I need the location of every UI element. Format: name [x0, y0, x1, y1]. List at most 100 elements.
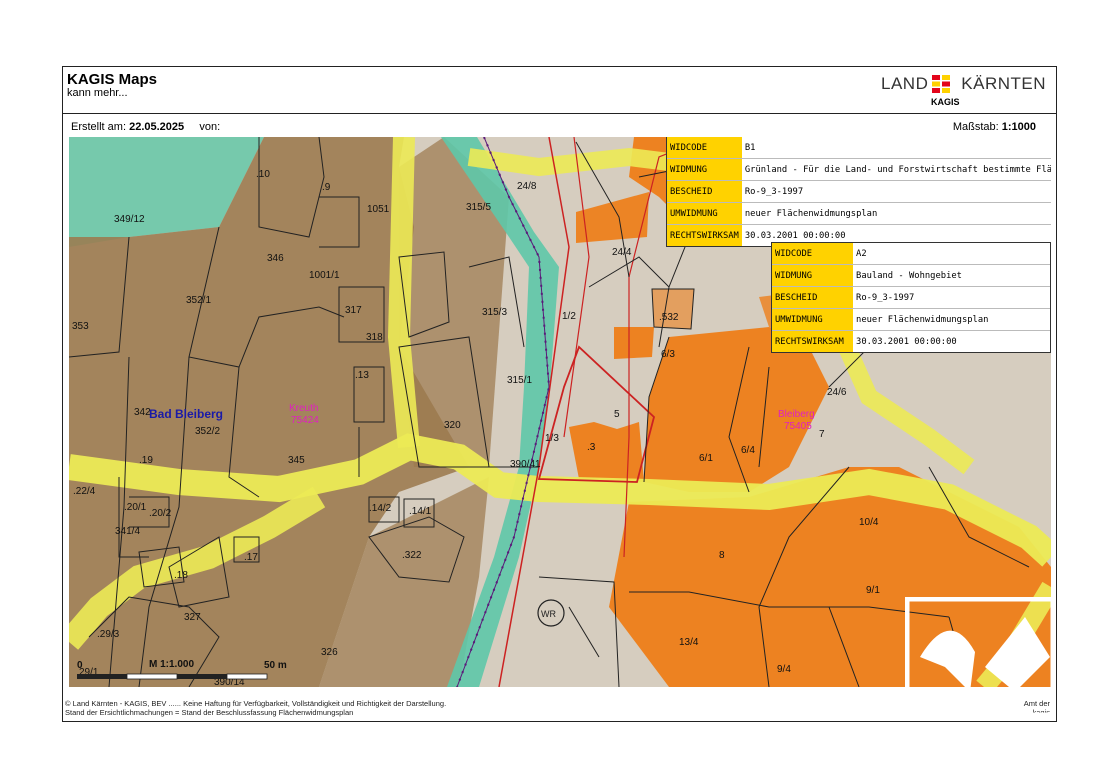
parcel-label: .20/2 — [149, 508, 172, 519]
info-key: RECHTSWIRKSAM — [667, 224, 742, 246]
scalebar-seg-white — [126, 673, 178, 680]
scale-readout: Maßstab: 1:1000 — [953, 121, 1036, 133]
parcel-label: .9 — [322, 182, 331, 193]
parcel-label: 5 — [614, 409, 620, 420]
header-divider — [63, 113, 1056, 114]
place-label-kreuth: Kreuth — [289, 403, 318, 414]
info-key: BESCHEID — [667, 180, 742, 203]
parcel-label: 9/1 — [866, 585, 880, 596]
info-value: Ro-9_3-1997 — [853, 286, 1050, 309]
info-value: Grünland - Für die Land- und Forstwirtsc… — [741, 158, 1051, 181]
scalebar-seg-black — [77, 674, 127, 679]
scalebar-ratio: M 1:1.000 — [149, 659, 194, 670]
parcel-label: 320 — [444, 420, 461, 431]
parcel-label: 13/4 — [679, 637, 699, 648]
kaernten-mark-icon — [932, 75, 950, 93]
scalebar-start: 0 — [77, 660, 83, 671]
info-key: UMWIDMUNG — [667, 202, 742, 225]
scalebar-seg-black-2 — [177, 674, 227, 679]
parcel-label: 390/41 — [510, 459, 541, 470]
parcel-label: 346 — [267, 253, 284, 264]
footer-line-2: Stand der Ersichtlichmachungen = Stand d… — [65, 708, 354, 717]
area-bauland-532 — [652, 289, 694, 329]
info-key: WIDCODE — [667, 137, 742, 159]
info-value: neuer Flächenwidmungsplan — [741, 202, 1051, 225]
info-value: neuer Flächenwidmungsplan — [853, 308, 1050, 331]
parcel-label: 10/4 — [859, 517, 879, 528]
parcel-label: 24/8 — [517, 181, 537, 192]
info-key: WIDMUNG — [667, 158, 742, 181]
info-value: Ro-9_3-1997 — [741, 180, 1051, 203]
parcel-label: 9/4 — [777, 664, 791, 675]
parcel-label: 315/3 — [482, 307, 507, 318]
parcel-label: 8 — [719, 550, 725, 561]
parcel-label: .22/4 — [73, 486, 96, 497]
parcel-label: 7 — [819, 429, 825, 440]
scalebar-end: 50 m — [264, 660, 287, 671]
scale-value: 1:1000 — [1001, 121, 1036, 133]
parcel-label: .14/2 — [369, 503, 392, 514]
area-bauland-block2 — [614, 327, 654, 359]
info-key: WIDMUNG — [772, 264, 854, 287]
info-value: B1 — [741, 137, 1051, 159]
info-key: WIDCODE — [772, 243, 854, 265]
parcel-label: 326 — [321, 647, 338, 658]
parcel-label: 24/4 — [612, 247, 632, 258]
parcel-label: 327 — [184, 612, 201, 623]
footer-line-1: © Land Kärnten - KAGIS, BEV ...... Keine… — [65, 699, 447, 708]
info-key: BESCHEID — [772, 286, 854, 309]
parcel-label: 349/12 — [114, 214, 145, 225]
place-label-bleiberg: Bleiberg — [778, 409, 815, 420]
parcel-label: 1/3 — [545, 433, 559, 444]
parcel-label: 1051 — [367, 204, 390, 215]
logo-kagis-text: KAGIS — [931, 97, 960, 107]
created-date: 22.05.2025 — [129, 121, 185, 133]
parcel-label: .322 — [402, 550, 422, 561]
land-kaernten-logo: LAND KÄRNTEN KAGIS — [881, 73, 1046, 113]
info-value: 30.03.2001 00:00:00 — [856, 336, 957, 347]
parcel-label: 6/1 — [699, 453, 713, 464]
place-label-bleiberg-code: 75405 — [784, 421, 812, 432]
wr-symbol-label: WR — [541, 609, 556, 619]
parcel-label: .13 — [355, 370, 369, 381]
parcel-label: .17 — [244, 552, 258, 563]
map-canvas[interactable]: .10 .9 1051 349/12 346 1001/1 352/1 317 … — [69, 137, 1051, 687]
footer-disclaimer: © Land Kärnten - KAGIS, BEV ...... Keine… — [65, 699, 446, 717]
parcel-label: 353 — [72, 321, 89, 332]
parcel-label: 24/6 — [827, 387, 847, 398]
info-box-b1: WIDCODE B1 WIDMUNG Grünland - Für die Land… — [666, 137, 1051, 247]
area-bauland-3 — [569, 422, 644, 482]
parcel-label: 352/1 — [186, 295, 211, 306]
info-value: A2 — [853, 243, 1050, 265]
app-title: KAGIS Maps — [67, 71, 158, 88]
parcel-label: 341/4 — [115, 526, 140, 537]
app-subtitle: kann mehr... — [67, 87, 128, 99]
by-label: von: — [199, 121, 221, 133]
parcel-label: .20/1 — [124, 502, 147, 513]
parcel-label: .532 — [659, 312, 679, 323]
place-label-kreuth-code: 75424 — [291, 415, 319, 426]
parcel-label: 6/3 — [661, 349, 675, 360]
parcel-label: 1001/1 — [309, 270, 340, 281]
parcel-label: 317 — [345, 305, 362, 316]
parcel-label: .29/3 — [97, 629, 120, 640]
parcel-label: .19 — [139, 455, 153, 466]
info-key: RECHTSWIRKSAM — [772, 330, 854, 352]
parcel-label: .10 — [256, 169, 270, 180]
parcel-label: 6/4 — [741, 445, 755, 456]
parcel-label: 315/5 — [466, 202, 491, 213]
logo-kaernten-text: KÄRNTEN — [961, 74, 1046, 93]
parcel-label: .18 — [174, 570, 188, 581]
scale-label-text: Maßstab: — [952, 121, 999, 133]
place-label-bad-bleiberg: Bad Bleiberg — [149, 407, 223, 421]
scalebar-seg-white-2 — [226, 673, 268, 680]
parcel-label: 315/1 — [507, 375, 532, 386]
created-row: Erstellt am: 22.05.2025 von: — [71, 121, 220, 133]
parcel-label: 1/2 — [562, 311, 576, 322]
info-box-a2: WIDCODE A2 WIDMUNG Bauland - Wohngebiet BE… — [771, 242, 1051, 353]
info-value: Bauland - Wohngebiet — [853, 264, 1050, 287]
parcel-label: .3 — [587, 442, 596, 453]
created-label: Erstellt am: — [71, 121, 127, 133]
parcel-label: 318 — [366, 332, 383, 343]
info-key: UMWIDMUNG — [772, 308, 854, 331]
